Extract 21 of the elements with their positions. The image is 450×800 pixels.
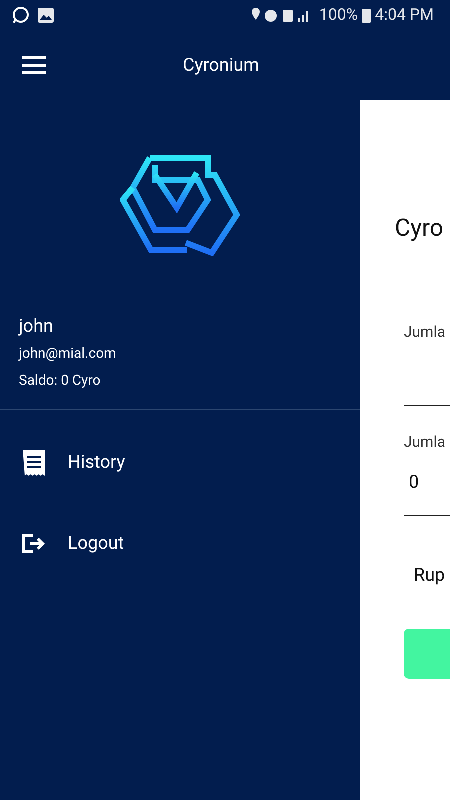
field-label: Jumla (404, 322, 447, 343)
clock-time: 4:04 PM (375, 4, 434, 26)
balance-text: Saldo: 0 Cyro (19, 372, 102, 391)
drawer-item[interactable]: Logout (0, 503, 360, 584)
drawer-item[interactable]: History (0, 422, 360, 503)
menu-button[interactable] (22, 56, 46, 74)
amount-field[interactable]: Jumla (404, 321, 450, 406)
field-label: Jumla (404, 432, 447, 453)
rupiah-text: Rup (414, 564, 446, 588)
amount-field[interactable]: Jumla 0 (404, 431, 450, 516)
field-value: 0 (409, 470, 420, 494)
app-title: Cyronium (183, 54, 260, 78)
logo-icon (120, 153, 240, 257)
user-name: john (19, 315, 54, 339)
logout-icon (22, 534, 46, 554)
receipt-icon (23, 450, 45, 476)
user-email: john@mial.com (19, 345, 118, 364)
battery-icon (362, 8, 372, 22)
image-icon (38, 8, 54, 22)
page-heading: Cyro (395, 213, 445, 244)
battery-level: 100% (319, 4, 358, 26)
